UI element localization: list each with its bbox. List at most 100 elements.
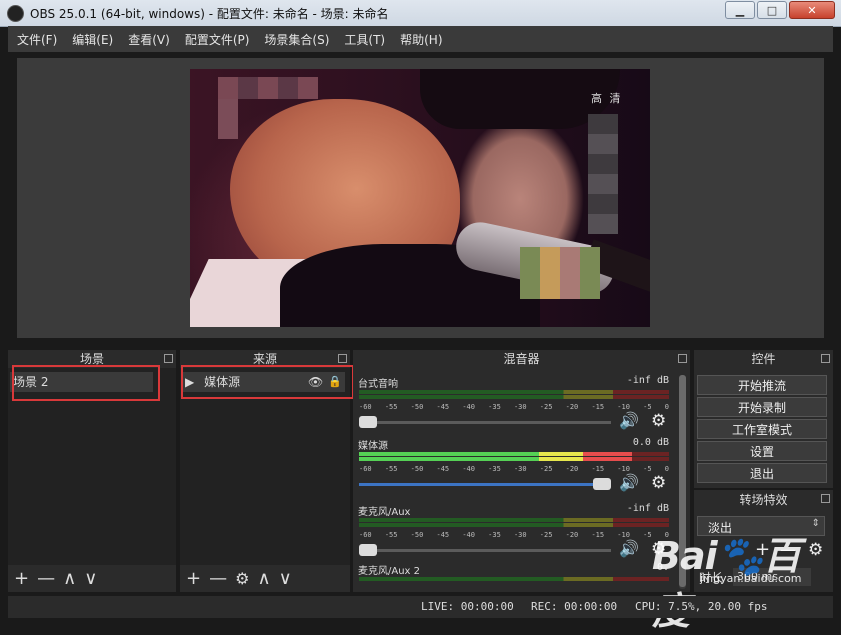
channel-db: -inf dB [626, 375, 669, 386]
menu-scene-collection[interactable]: 场景集合(S) [264, 31, 329, 48]
meter-tick-label: -55 [384, 465, 398, 473]
highlight-box [12, 365, 160, 401]
gear-icon[interactable]: ⚙ [651, 411, 666, 431]
meter-tick-label: -45 [436, 403, 450, 411]
volume-meter [359, 523, 669, 527]
volume-meter [359, 390, 669, 394]
meter-tick-label: -15 [591, 531, 605, 539]
start-streaming-button[interactable]: 开始推流 [697, 375, 827, 395]
status-bar: LIVE: 00:00:00 REC: 00:00:00 CPU: 7.5%, … [8, 596, 833, 618]
menu-file[interactable]: 文件(F) [17, 31, 57, 48]
remove-scene-button[interactable]: — [37, 570, 55, 588]
undock-icon[interactable] [338, 354, 347, 363]
mosaic-blur [520, 247, 600, 299]
meter-tick-label: -20 [565, 531, 579, 539]
cpu-usage: CPU: 7.5%, 20.00 fps [635, 600, 768, 613]
volume-meter [359, 395, 669, 399]
speaker-icon[interactable]: 🔊 [619, 539, 639, 558]
controls-title: 控件 [694, 350, 833, 368]
minimize-button[interactable]: ▁ [725, 1, 755, 19]
mosaic-blur [218, 77, 318, 99]
channel-name: 麦克风/Aux 2 [358, 566, 421, 577]
volume-slider-knob[interactable] [593, 478, 611, 490]
menu-help[interactable]: 帮助(H) [400, 31, 442, 48]
undock-icon[interactable] [821, 494, 830, 503]
window-controls: ▁ □ ✕ [725, 1, 835, 19]
preview-video-frame: 高 清 [190, 69, 650, 327]
undock-icon[interactable] [678, 354, 687, 363]
meter-tick-label: -25 [539, 531, 553, 539]
mixer-channel: 麦克风/Aux 2 0. [357, 560, 673, 591]
watermark-url: jingyan.baidu.com [700, 572, 802, 585]
volume-slider-knob[interactable] [359, 544, 377, 556]
meter-tick-label: -55 [384, 531, 398, 539]
meter-tick-label: -25 [539, 465, 553, 473]
meter-tick-label: -10 [617, 403, 630, 411]
exit-button[interactable]: 退出 [697, 463, 827, 483]
volume-meter [359, 518, 669, 522]
menu-edit[interactable]: 编辑(E) [72, 31, 113, 48]
volume-slider[interactable] [359, 478, 611, 490]
close-button[interactable]: ✕ [789, 1, 835, 19]
maximize-button[interactable]: □ [757, 1, 787, 19]
volume-slider[interactable] [359, 416, 611, 428]
start-recording-button[interactable]: 开始录制 [697, 397, 827, 417]
undock-icon[interactable] [821, 354, 830, 363]
meter-tick-label: -20 [565, 465, 579, 473]
meter-tick-label: -60 [359, 403, 372, 411]
meter-tick-label: -40 [462, 403, 475, 411]
window-titlebar: OBS 25.0.1 (64-bit, windows) - 配置文件: 未命名… [0, 0, 841, 27]
volume-slider-knob[interactable] [359, 416, 377, 428]
rec-timer: REC: 00:00:00 [531, 600, 618, 613]
move-up-button[interactable]: ∧ [63, 570, 76, 588]
scenes-toolbar: + — ∧ ∨ [8, 566, 176, 592]
settings-button[interactable]: 设置 [697, 441, 827, 461]
meter-tick-label: -30 [513, 531, 527, 539]
meter-tick-label: -50 [410, 403, 424, 411]
highlight-box [181, 365, 354, 399]
window-title: OBS 25.0.1 (64-bit, windows) - 配置文件: 未命名… [30, 7, 389, 21]
transitions-title: 转场特效 [694, 490, 833, 510]
channel-name: 台式音响 [358, 379, 398, 390]
volume-slider[interactable] [359, 544, 611, 556]
menu-bar: 文件(F) 编辑(E) 查看(V) 配置文件(P) 场景集合(S) 工具(T) … [8, 26, 833, 52]
meter-tick-label: -60 [359, 531, 372, 539]
obs-logo-icon [7, 5, 24, 22]
move-down-button[interactable]: ∨ [84, 570, 97, 588]
meter-tick-label: -55 [384, 403, 398, 411]
mosaic-blur [218, 99, 238, 139]
add-source-button[interactable]: + [186, 570, 201, 588]
move-down-button[interactable]: ∨ [279, 570, 292, 588]
channel-name: 麦克风/Aux [358, 507, 411, 518]
remove-source-button[interactable]: — [209, 570, 227, 588]
mosaic-blur [588, 114, 618, 234]
meter-tick-label: -45 [436, 465, 450, 473]
source-properties-gear-icon[interactable]: ⚙ [235, 571, 249, 587]
menu-view[interactable]: 查看(V) [128, 31, 170, 48]
menu-profile[interactable]: 配置文件(P) [185, 31, 250, 48]
speaker-icon[interactable]: 🔊 [619, 411, 639, 430]
meter-tick-label: -60 [359, 465, 372, 473]
studio-mode-button[interactable]: 工作室模式 [697, 419, 827, 439]
meter-tick-label: -35 [488, 531, 501, 539]
meter-tick-label: -20 [565, 403, 579, 411]
speaker-icon[interactable]: 🔊 [619, 473, 639, 492]
mixer-channels: 台式音响 -inf dB -60 -55 -50 -45 -40 -35 -30 -25 -20… [353, 369, 678, 591]
meter-tick-label: -50 [410, 531, 424, 539]
meter-tick-label: -25 [539, 403, 553, 411]
gear-icon[interactable]: ⚙ [651, 473, 666, 493]
meter-ticks: -60 -55 -50 -45 -40 -35 -30 -25 -20 -15 -10 -5 0 [359, 531, 669, 539]
meter-ticks: -60 -55 -50 -45 -40 -35 -30 -25 -20 -15 -10 -5 0 [359, 465, 669, 473]
volume-meter [359, 452, 669, 456]
video-overlay-text: 高 清 [591, 92, 623, 105]
meter-tick-label: 0 [664, 403, 669, 411]
meter-tick-label: 0 [664, 465, 669, 473]
meter-tick-label: -5 [643, 465, 652, 473]
add-scene-button[interactable]: + [14, 570, 29, 588]
meter-tick-label: -30 [513, 465, 527, 473]
mixer-channel: 麦克风/Aux -inf dB -60 -55 -50 -45 -40 -35 -30 -25… [357, 501, 673, 563]
meter-tick-label: -35 [488, 403, 501, 411]
move-up-button[interactable]: ∧ [257, 570, 270, 588]
undock-icon[interactable] [164, 354, 173, 363]
menu-tools[interactable]: 工具(T) [344, 31, 385, 48]
